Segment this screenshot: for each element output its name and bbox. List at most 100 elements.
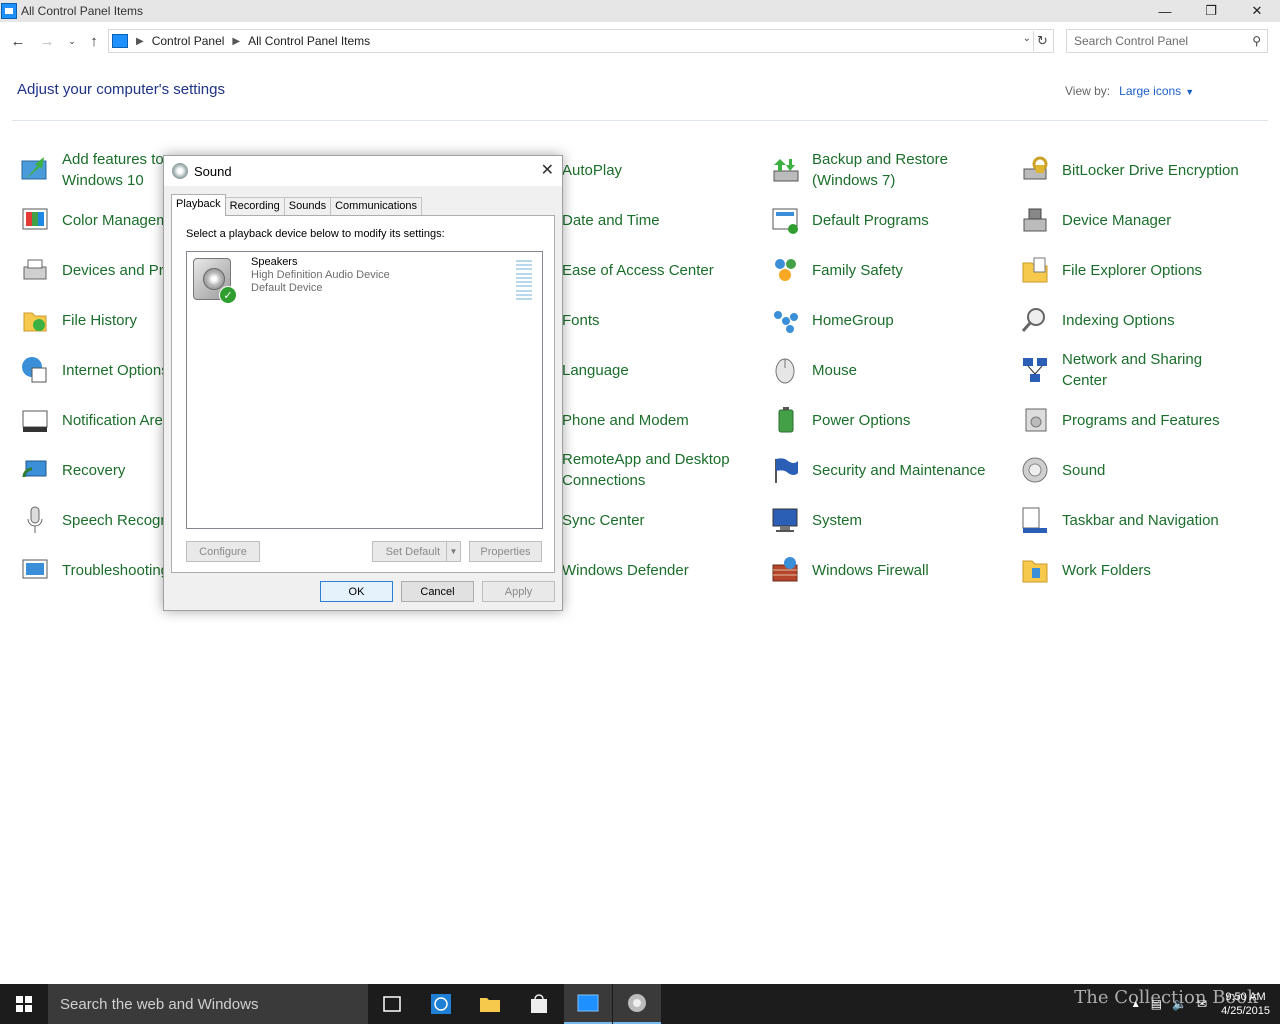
tab-playback[interactable]: Playback bbox=[171, 194, 226, 216]
window-controls: — ❐ ✕ bbox=[1142, 0, 1280, 22]
cp-item-label: Mouse bbox=[812, 361, 858, 379]
chevron-right-icon[interactable]: ▶ bbox=[136, 36, 144, 47]
cp-item-work-folders[interactable]: Work Folders bbox=[1018, 548, 1151, 592]
close-button[interactable]: ✕ bbox=[1234, 0, 1280, 22]
action-center-icon[interactable]: ✉ bbox=[1197, 997, 1207, 1011]
control-panel-icon bbox=[1, 3, 17, 19]
file-explorer-icon[interactable] bbox=[466, 984, 514, 1024]
cp-item-family-safety[interactable]: Family Safety bbox=[768, 248, 903, 292]
view-by-dropdown[interactable]: Large icons bbox=[1119, 84, 1181, 98]
control-panel-taskbar-icon[interactable] bbox=[564, 984, 612, 1024]
mouse-icon bbox=[768, 353, 802, 387]
set-default-button[interactable]: Set Default ▼ bbox=[372, 541, 461, 562]
refresh-icon[interactable]: ↻ bbox=[1033, 31, 1051, 51]
cp-item-security-maintenance[interactable]: Security and Maintenance bbox=[768, 448, 985, 492]
cp-item-file-explorer-options[interactable]: File Explorer Options bbox=[1018, 248, 1202, 292]
cp-item-label: AutoPlay bbox=[562, 161, 623, 179]
tab-recording[interactable]: Recording bbox=[224, 197, 285, 216]
recent-locations-chevron-icon[interactable]: ⌄ bbox=[62, 30, 82, 52]
store-icon[interactable] bbox=[515, 984, 563, 1024]
volume-tray-icon[interactable]: 🔈 bbox=[1172, 997, 1187, 1011]
tab-communications[interactable]: Communications bbox=[330, 197, 423, 216]
device-list[interactable]: ✓ Speakers High Definition Audio Device … bbox=[186, 251, 543, 529]
divider bbox=[12, 120, 1268, 121]
up-arrow-icon[interactable]: ↑ bbox=[84, 30, 104, 52]
cp-item-label: Security and Maintenance bbox=[812, 461, 986, 479]
firewall-icon bbox=[768, 553, 802, 587]
start-button[interactable] bbox=[0, 984, 48, 1024]
flag-icon bbox=[768, 453, 802, 487]
cp-item-sound[interactable]: Sound bbox=[1018, 448, 1105, 492]
cp-item-label: Taskbar and Navigation bbox=[1062, 511, 1219, 529]
file-history-icon bbox=[18, 303, 52, 337]
taskbar-search-input[interactable]: Search the web and Windows bbox=[48, 984, 368, 1024]
cp-item-label: Device Manager bbox=[1062, 211, 1172, 229]
cp-item-label: Programs and Features bbox=[1062, 411, 1220, 429]
page-title: Adjust your computer's settings bbox=[17, 81, 225, 98]
address-bar[interactable]: ▶ Control Panel ▶ All Control Panel Item… bbox=[108, 29, 1054, 53]
playback-panel: Select a playback device below to modify… bbox=[171, 215, 555, 573]
search-icon[interactable]: ⚲ bbox=[1252, 34, 1261, 48]
cp-item-indexing-options[interactable]: Indexing Options bbox=[1018, 298, 1175, 342]
browser-icon[interactable] bbox=[417, 984, 465, 1024]
configure-button[interactable]: Configure bbox=[186, 541, 260, 562]
instruction-text: Select a playback device below to modify… bbox=[186, 228, 445, 240]
clock[interactable]: 9:50 AM 4/25/2015 bbox=[1221, 990, 1270, 1018]
maximize-button[interactable]: ❐ bbox=[1188, 0, 1234, 22]
system-tray: ▲ ▤ 🔈 ✉ 9:50 AM 4/25/2015 bbox=[1131, 984, 1270, 1024]
folder-options-icon bbox=[1018, 253, 1052, 287]
device-item-speakers[interactable]: ✓ Speakers High Definition Audio Device … bbox=[189, 256, 390, 304]
programs-icon bbox=[1018, 403, 1052, 437]
cp-item-label: Add features to Windows 10 bbox=[62, 151, 164, 189]
cp-item-label: RemoteApp and Desktop Connections bbox=[562, 451, 730, 489]
show-hidden-icons-icon[interactable]: ▲ bbox=[1131, 999, 1141, 1010]
cp-item-bitlocker[interactable]: BitLocker Drive Encryption bbox=[1018, 148, 1239, 192]
cp-item-programs-features[interactable]: Programs and Features bbox=[1018, 398, 1220, 442]
breadcrumb-all-items[interactable]: All Control Panel Items bbox=[248, 34, 370, 48]
close-icon[interactable]: ✕ bbox=[541, 160, 554, 180]
cp-item-network-sharing[interactable]: Network and Sharing Center bbox=[1018, 348, 1222, 392]
tab-sounds[interactable]: Sounds bbox=[283, 197, 332, 216]
cp-item-system[interactable]: System bbox=[768, 498, 862, 542]
cp-item-default-programs[interactable]: Default Programs bbox=[768, 198, 929, 242]
work-folders-icon bbox=[1018, 553, 1052, 587]
cp-item-label: Family Safety bbox=[812, 261, 903, 279]
task-view-icon[interactable] bbox=[368, 984, 416, 1024]
backup-icon bbox=[768, 153, 802, 187]
cp-item-homegroup[interactable]: HomeGroup bbox=[768, 298, 894, 342]
cp-item-device-manager[interactable]: Device Manager bbox=[1018, 198, 1171, 242]
cp-item-label: Fonts bbox=[562, 311, 600, 329]
sound-taskbar-icon[interactable] bbox=[613, 984, 661, 1024]
apply-button[interactable]: Apply bbox=[482, 581, 555, 602]
breadcrumb-control-panel[interactable]: Control Panel bbox=[152, 34, 225, 48]
forward-arrow-icon[interactable]: → bbox=[37, 30, 57, 52]
caret-down-icon[interactable]: ▼ bbox=[1185, 87, 1194, 97]
search-input[interactable]: Search Control Panel ⚲ bbox=[1066, 29, 1268, 53]
cp-item-label: HomeGroup bbox=[812, 311, 894, 329]
chevron-right-icon[interactable]: ▶ bbox=[232, 36, 240, 47]
cp-item-label: Recovery bbox=[62, 461, 126, 479]
properties-button[interactable]: Properties bbox=[469, 541, 542, 562]
back-arrow-icon[interactable]: ← bbox=[8, 30, 28, 52]
cp-item-power-options[interactable]: Power Options bbox=[768, 398, 910, 442]
ok-button[interactable]: OK bbox=[320, 581, 393, 602]
cp-item-label: Sync Center bbox=[562, 511, 645, 529]
cp-item-taskbar-navigation[interactable]: Taskbar and Navigation bbox=[1018, 498, 1219, 542]
cp-item-add-features[interactable]: Add features to Windows 10 bbox=[18, 148, 172, 192]
cp-item-file-history[interactable]: File History bbox=[18, 298, 137, 342]
cp-item-backup-restore[interactable]: Backup and Restore (Windows 7) bbox=[768, 148, 962, 192]
cp-item-mouse[interactable]: Mouse bbox=[768, 348, 857, 392]
cp-item-internet-options[interactable]: Internet Options bbox=[18, 348, 169, 392]
chevron-down-icon[interactable]: ▼ bbox=[446, 542, 460, 561]
color-management-icon bbox=[18, 203, 52, 237]
chevron-down-icon[interactable]: ⌄ bbox=[1023, 33, 1031, 44]
indexing-icon bbox=[1018, 303, 1052, 337]
cancel-button[interactable]: Cancel bbox=[401, 581, 474, 602]
cp-item-windows-firewall[interactable]: Windows Firewall bbox=[768, 548, 929, 592]
cp-item-label: Indexing Options bbox=[1062, 311, 1175, 329]
cp-item-recovery[interactable]: Recovery bbox=[18, 448, 125, 492]
cp-item-troubleshooting[interactable]: Troubleshooting bbox=[18, 548, 169, 592]
internet-options-icon bbox=[18, 353, 52, 387]
network-tray-icon[interactable]: ▤ bbox=[1151, 997, 1162, 1011]
minimize-button[interactable]: — bbox=[1142, 0, 1188, 22]
